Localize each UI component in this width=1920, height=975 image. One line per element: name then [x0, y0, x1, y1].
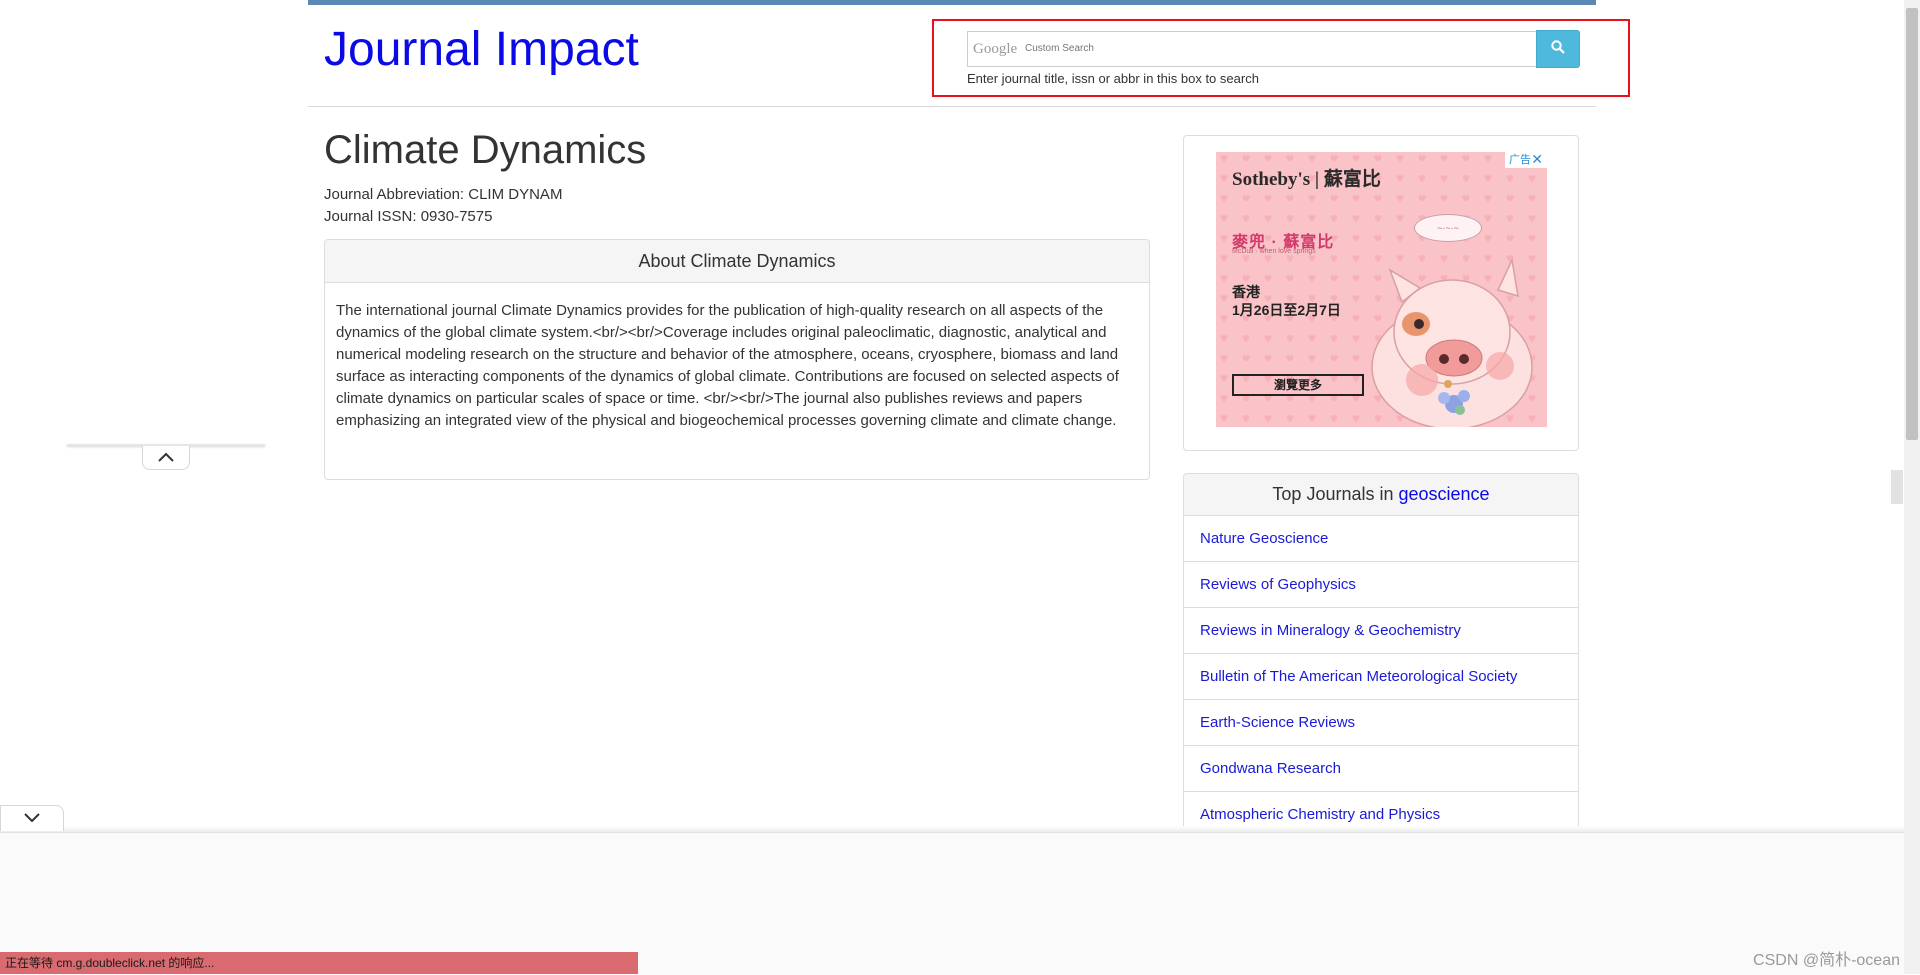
top-journals-panel: Top Journals in geoscience Nature Geosci… [1183, 473, 1579, 853]
browser-status-bar: 正在等待 cm.g.doubleclick.net 的响应... [0, 952, 638, 974]
journal-title: Climate Dynamics [324, 128, 647, 172]
ad-brand: Sotheby's | 蘇富比 [1232, 169, 1381, 190]
search-input[interactable] [967, 31, 1537, 67]
ad-location: 香港 [1232, 284, 1260, 300]
search-icon [1551, 39, 1565, 59]
search-hint: Enter journal title, issn or abbr in thi… [967, 71, 1259, 86]
journal-link[interactable]: Bulletin of The American Meteorological … [1184, 654, 1578, 700]
journal-link[interactable]: Gondwana Research [1184, 746, 1578, 792]
ad-cta-button[interactable]: 瀏覽更多 [1232, 374, 1364, 396]
top-journals-heading-prefix: Top Journals in [1272, 484, 1399, 504]
site-title-link[interactable]: Journal Impact [324, 20, 639, 80]
top-journals-heading: Top Journals in geoscience [1184, 474, 1578, 516]
search-button[interactable] [1536, 30, 1580, 68]
header-divider [308, 106, 1596, 107]
top-accent-bar [308, 0, 1596, 5]
sothebys-ad[interactable]: Sotheby's | 蘇富比 麥兜 · 蘇富比 McDull · when l… [1216, 152, 1547, 427]
ad-choices-label: 广告 [1509, 154, 1531, 166]
about-heading: About Climate Dynamics [325, 240, 1149, 283]
ad-dates: 1月26日至2月7日 [1232, 302, 1341, 318]
chevron-up-icon [157, 449, 175, 467]
chevron-down-icon [23, 810, 41, 828]
scrollbar-thumb[interactable] [1906, 8, 1918, 440]
close-icon[interactable]: ✕ [1531, 152, 1543, 167]
about-text: The international journal Climate Dynami… [336, 302, 1119, 429]
ad-speech-bubble: ~·~·~ [1414, 214, 1482, 242]
csdn-watermark: CSDN @简朴-ocean [1753, 952, 1900, 969]
journal-abbreviation: Journal Abbreviation: CLIM DYNAM [324, 186, 563, 203]
journal-link[interactable]: Earth-Science Reviews [1184, 700, 1578, 746]
journal-link[interactable]: Reviews in Mineralogy & Geochemistry [1184, 608, 1578, 654]
ad-choices-badge[interactable]: 广告 ✕ [1505, 152, 1547, 168]
ad-panel: Sotheby's | 蘇富比 麥兜 · 蘇富比 McDull · when l… [1183, 135, 1579, 451]
toggle-bottom-ad-button[interactable] [0, 805, 64, 831]
scroll-indicator [1891, 470, 1903, 504]
journal-issn: Journal ISSN: 0930-7575 [324, 208, 493, 225]
category-link[interactable]: geoscience [1399, 484, 1490, 504]
ad-subtitle: McDull · when love springs [1232, 248, 1316, 255]
about-panel: About Climate Dynamics The international… [324, 239, 1150, 480]
collapse-side-ad-button[interactable] [142, 446, 190, 470]
journal-link[interactable]: Nature Geoscience [1184, 516, 1578, 562]
journal-link[interactable]: Reviews of Geophysics [1184, 562, 1578, 608]
